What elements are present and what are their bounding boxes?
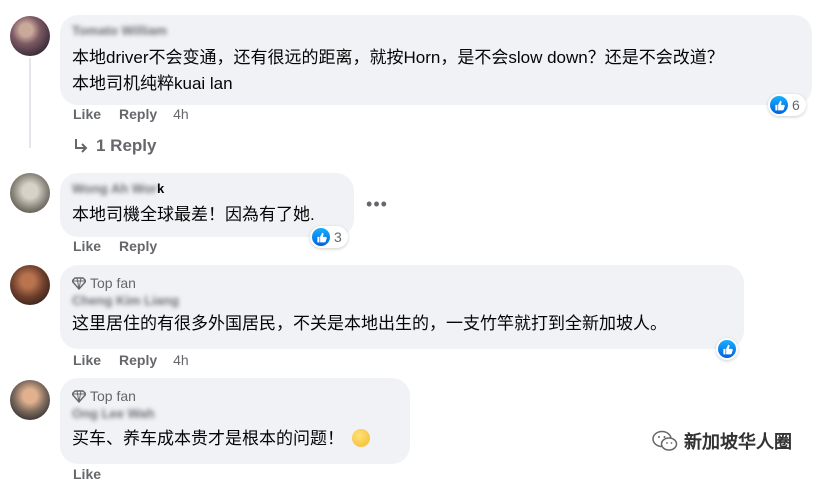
reaction-count[interactable]: 3	[310, 226, 348, 248]
comment-bubble: Top fan Ong Lee Wah 买车、养车成本贵才是根本的问题！	[60, 378, 410, 464]
replies-count: 1 Reply	[96, 136, 157, 155]
laughing-sweat-emoji-icon	[352, 429, 370, 447]
comment-text: 本地driver不会变通，还有很远的距离，就按Horn，是不会slow down…	[72, 48, 724, 93]
comment-text: 买车、养车成本贵才是根本的问题！	[72, 426, 398, 452]
watermark-text: 新加坡华人圈	[684, 432, 792, 452]
like-button[interactable]: Like	[73, 466, 101, 482]
comment-bubble: Top fan Cheng Kim Liang 这里居住的有很多外国居民，不关是…	[60, 265, 744, 349]
comment-actions: Like Reply 4h	[73, 352, 189, 368]
diamond-badge-icon	[72, 390, 86, 403]
top-fan-badge: Top fan	[72, 273, 732, 293]
thumbs-up-icon	[312, 228, 330, 246]
comment-actions: Like Reply	[73, 238, 157, 254]
comment-author[interactable]: Ong Lee Wah	[72, 406, 398, 422]
reply-button[interactable]: Reply	[119, 238, 157, 254]
more-options-icon[interactable]: •••	[362, 189, 392, 219]
wechat-logo-icon	[652, 430, 678, 451]
comment-author[interactable]: Cheng Kim Liang	[72, 293, 732, 309]
comment-author[interactable]: Wong Ah Work	[72, 181, 342, 197]
reply-button[interactable]: Reply	[119, 352, 157, 368]
comment-text: 这里居住的有很多外国居民，不关是本地出生的，一支竹竿就打到全新加坡人。	[72, 314, 667, 333]
comment-actions: Like Reply 4h	[73, 106, 189, 122]
avatar[interactable]	[10, 173, 50, 213]
comment-text-body: 买车、养车成本贵才是根本的问题！	[72, 429, 344, 448]
thumbs-up-icon	[770, 96, 788, 114]
comment-bubble: Wong Ah Work 本地司機全球最差！因為有了她.	[60, 173, 354, 237]
avatar[interactable]	[10, 16, 50, 56]
like-button[interactable]: Like	[73, 106, 101, 122]
comment-author[interactable]: Tomato William	[72, 23, 800, 39]
comment-text: 本地司機全球最差！因為有了她.	[72, 205, 315, 224]
timestamp[interactable]: 4h	[173, 352, 189, 368]
avatar[interactable]	[10, 265, 50, 305]
comment-actions: Like	[73, 466, 101, 482]
watermark: 新加坡华人圈	[652, 428, 792, 454]
reaction-count[interactable]	[716, 338, 738, 360]
thread-line	[29, 58, 31, 148]
reaction-number: 6	[792, 97, 800, 113]
timestamp[interactable]: 4h	[173, 106, 189, 122]
diamond-badge-icon	[72, 277, 86, 290]
like-button[interactable]: Like	[73, 352, 101, 368]
reply-button[interactable]: Reply	[119, 106, 157, 122]
thumbs-up-icon	[718, 340, 736, 358]
view-replies-link[interactable]: 1 Reply	[72, 136, 156, 156]
reaction-count[interactable]: 6	[768, 94, 806, 116]
comment-bubble: Tomato William 本地driver不会变通，还有很远的距离，就按Ho…	[60, 15, 812, 105]
like-button[interactable]: Like	[73, 238, 101, 254]
reply-arrow-icon	[75, 139, 88, 153]
top-fan-badge: Top fan	[72, 386, 398, 406]
avatar[interactable]	[10, 380, 50, 420]
reaction-number: 3	[334, 229, 342, 245]
